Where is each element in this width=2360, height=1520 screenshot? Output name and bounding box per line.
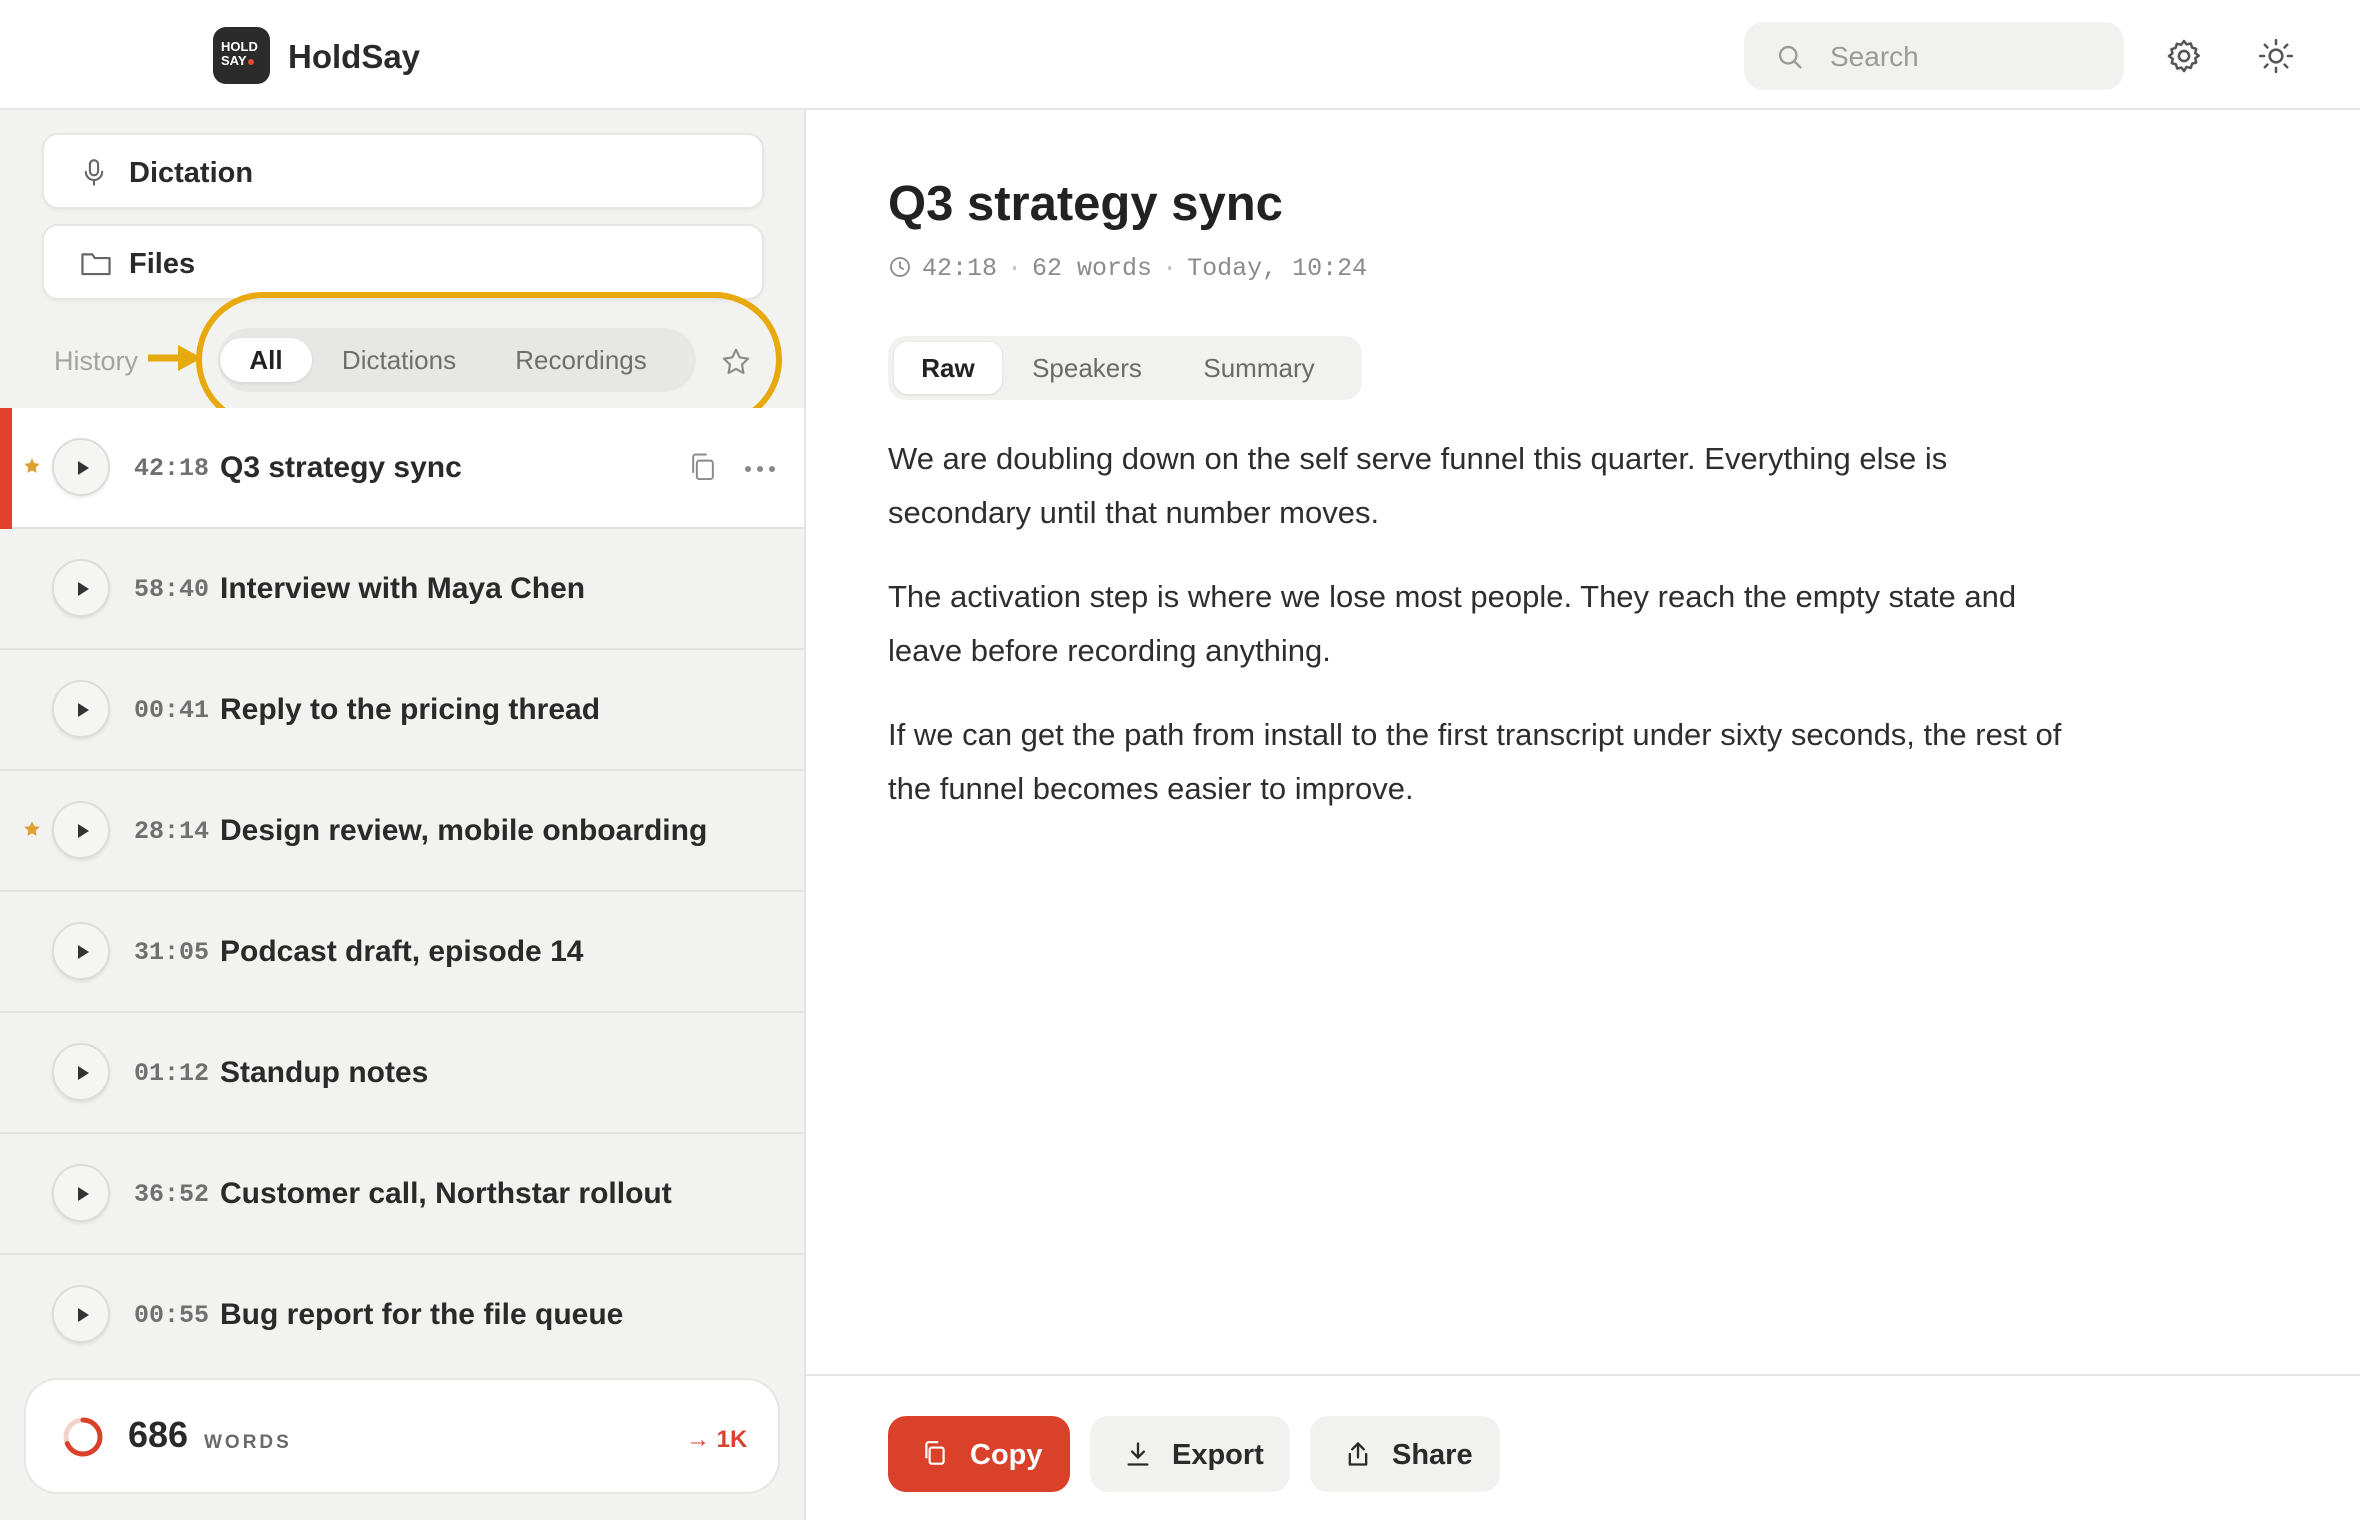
main-panel: Q3 strategy sync 42:18 · 62 words · Today, 1… (806, 110, 2360, 1520)
share-icon (1348, 1442, 1368, 1466)
history-item[interactable]: 36:52 Customer call, Northstar rollout (0, 1134, 804, 1255)
nav-files-label: Files (129, 248, 196, 280)
tab-raw[interactable]: Raw (894, 342, 1002, 394)
history-item[interactable]: 42:18 Q3 strategy sync (0, 408, 804, 529)
copy-button[interactable]: Copy (888, 1416, 1070, 1492)
item-title: Bug report for the file queue (220, 1298, 624, 1331)
star-filled-icon (24, 821, 40, 836)
share-button[interactable]: Share (1310, 1416, 1500, 1492)
transcript-paragraph: We are doubling down on the self serve f… (888, 441, 1948, 530)
transcript-paragraph: If we can get the path from install to t… (888, 717, 2062, 806)
play-button[interactable] (52, 559, 110, 617)
top-bar: HOLD SAY HoldSay (0, 0, 2360, 110)
copy-icon (925, 1441, 945, 1465)
share-button-label: Share (1392, 1439, 1473, 1471)
play-icon (78, 703, 89, 717)
history-item[interactable]: 58:40 Interview with Maya Chen (0, 529, 804, 650)
document-meta: 42:18 · 62 words · Today, 10:24 (888, 254, 1367, 283)
export-button[interactable]: Export (1090, 1416, 1290, 1492)
play-button[interactable] (52, 438, 110, 496)
transcript-paragraph: The activation step is where we lose mos… (888, 579, 2017, 668)
download-icon (1127, 1442, 1149, 1466)
app-title: HoldSay (288, 38, 421, 75)
tab-speakers[interactable]: Speakers (1012, 342, 1162, 394)
history-item[interactable]: 00:55 Bug report for the file queue (0, 1255, 804, 1376)
item-duration: 58:40 (134, 575, 210, 604)
gear-icon (2167, 39, 2200, 73)
item-title: Reply to the pricing thread (220, 693, 601, 726)
tab-summary[interactable]: Summary (1172, 342, 1346, 394)
logo-text-hold: HOLD (221, 39, 258, 54)
microphone-icon (84, 159, 104, 186)
history-item[interactable]: 00:41 Reply to the pricing thread (0, 650, 804, 771)
item-duration: 28:14 (134, 817, 210, 846)
item-title: Podcast draft, episode 14 (220, 935, 584, 968)
highlight-annotation-ring (196, 292, 782, 427)
play-button[interactable] (52, 1285, 110, 1343)
export-button-label: Export (1172, 1439, 1264, 1471)
annotation-arrow-icon (148, 345, 202, 371)
theme-toggle-button[interactable] (2252, 32, 2300, 80)
play-icon (78, 461, 89, 475)
word-count-unit: WORDS (204, 1432, 292, 1453)
logo-text-say: SAY (221, 53, 247, 68)
action-bar: Copy Export Share (806, 1374, 2360, 1520)
play-button[interactable] (52, 1164, 110, 1222)
folder-icon (81, 253, 111, 276)
item-title: Standup notes (220, 1056, 429, 1089)
item-duration: 01:12 (134, 1059, 210, 1088)
nav-dictation[interactable]: Dictation (42, 133, 764, 209)
play-button[interactable] (52, 922, 110, 980)
word-progress-ring (63, 1417, 103, 1457)
history-item[interactable]: 01:12 Standup notes (0, 1013, 804, 1134)
item-duration: 31:05 (134, 938, 210, 967)
document-duration: 42:18 (922, 254, 998, 283)
settings-button[interactable] (2160, 32, 2208, 80)
play-icon (78, 1066, 89, 1080)
search-box[interactable] (1744, 22, 2124, 90)
search-icon (1778, 45, 1802, 69)
play-icon (78, 945, 89, 959)
history-item[interactable]: 28:14 Design review, mobile onboarding (0, 771, 804, 892)
more-options-icon[interactable] (744, 464, 776, 474)
play-icon (78, 1308, 89, 1322)
document-title: Q3 strategy sync (888, 177, 1283, 231)
item-duration: 42:18 (134, 454, 210, 483)
play-button[interactable] (52, 1043, 110, 1101)
play-button[interactable] (52, 801, 110, 859)
item-title: Q3 strategy sync (220, 451, 462, 484)
word-count: 686 (128, 1414, 189, 1455)
selected-accent-bar (0, 408, 12, 529)
play-icon (78, 824, 89, 838)
view-tabs: Raw Speakers Summary (888, 336, 1362, 400)
search-input[interactable] (1828, 36, 2102, 78)
copy-icon[interactable] (688, 452, 718, 484)
play-button[interactable] (52, 680, 110, 738)
word-count-card: 686 WORDS → 1K (24, 1378, 780, 1494)
nav-files[interactable]: Files (42, 224, 764, 300)
document-timestamp: Today, 10:24 (1187, 254, 1368, 283)
nav-dictation-label: Dictation (129, 157, 254, 189)
item-title: Customer call, Northstar rollout (220, 1177, 672, 1210)
item-duration: 00:55 (134, 1301, 210, 1330)
app-logo: HOLD SAY (213, 27, 270, 84)
item-duration: 36:52 (134, 1180, 210, 1209)
item-title: Design review, mobile onboarding (220, 814, 708, 847)
item-title: Interview with Maya Chen (220, 572, 586, 605)
history-item[interactable]: 31:05 Podcast draft, episode 14 (0, 892, 804, 1013)
transcript-body: We are doubling down on the self serve f… (888, 432, 2068, 846)
star-filled-icon (24, 458, 40, 473)
document-word-count: 62 words (1032, 254, 1153, 283)
sidebar: Dictation Files History All Dictations R… (0, 110, 806, 1520)
sun-icon (2258, 38, 2294, 74)
history-label: History (54, 346, 139, 376)
word-goal: → 1K (686, 1426, 748, 1453)
play-icon (78, 582, 89, 596)
clock-icon (890, 257, 910, 277)
copy-button-label: Copy (970, 1439, 1043, 1471)
item-duration: 00:41 (134, 696, 210, 725)
play-icon (78, 1187, 89, 1201)
